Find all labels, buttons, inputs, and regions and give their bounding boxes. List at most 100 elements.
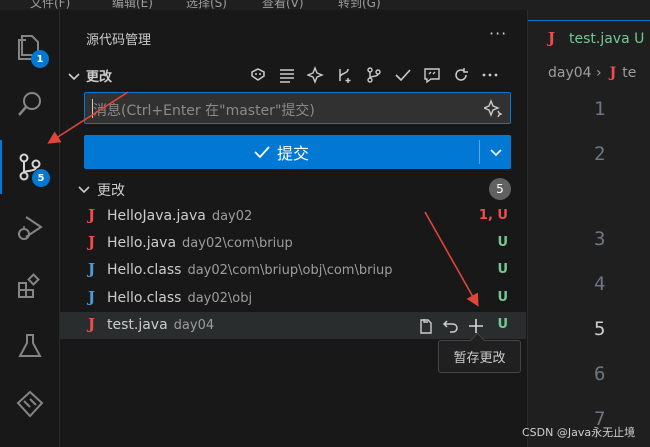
java-file-icon: J xyxy=(548,29,556,47)
file-status: U xyxy=(497,290,508,305)
generate-message-button[interactable] xyxy=(304,64,328,86)
section-label: 更改 xyxy=(86,70,113,85)
changes-label: 更改 xyxy=(97,183,125,199)
open-file-button[interactable] xyxy=(415,315,437,337)
file-name-text: Hello.java xyxy=(107,235,177,251)
view-as-list-button[interactable] xyxy=(275,64,299,86)
run-debug-button[interactable] xyxy=(0,204,60,252)
line-number: 2 xyxy=(594,143,606,165)
menu-bar: 文件(F) 编辑(E) 选择(S) 查看(V) 转到(G) xyxy=(0,0,650,10)
extensions-icon xyxy=(18,273,40,298)
editor-tab[interactable]: J test.java U xyxy=(528,20,650,56)
java-file-icon: J xyxy=(88,315,96,333)
menu-edit[interactable]: 编辑(E) xyxy=(112,0,153,10)
refresh-button[interactable] xyxy=(449,64,473,86)
sparkle-icon[interactable] xyxy=(484,99,502,117)
menu-file[interactable]: 文件(F) xyxy=(30,0,70,10)
changes-group-header[interactable]: 更改 5 xyxy=(60,178,526,200)
file-name: HelloJava.java day02 xyxy=(107,208,252,224)
file-name-text: Hello.class xyxy=(107,262,182,278)
commit-message-input[interactable]: 消息(Ctrl+Enter 在"master"提交) xyxy=(84,92,511,124)
menu-selection[interactable]: 选择(S) xyxy=(186,0,227,10)
file-path: day02\com\briup\obj\com\briup xyxy=(187,263,393,278)
stage-changes-tooltip: 暂存更改 xyxy=(438,340,521,373)
source-control-button[interactable]: 5 xyxy=(0,140,60,194)
explorer-badge: 1 xyxy=(31,50,49,68)
remote-button[interactable] xyxy=(0,380,60,428)
breadcrumb-separator: › xyxy=(591,65,602,81)
java-file-icon: J xyxy=(609,65,617,81)
changed-file-row[interactable]: J Hello.class day02\com\briup\obj\com\bri… xyxy=(60,257,526,284)
commit-check-button[interactable] xyxy=(391,64,415,86)
create-branch-button[interactable] xyxy=(333,64,357,86)
file-name-text: HelloJava.java xyxy=(107,208,206,224)
changed-file-row-selected[interactable]: J test.java day04 U xyxy=(60,312,526,339)
branch-sparkle-icon xyxy=(339,68,351,83)
file-path: day02 xyxy=(211,209,253,224)
source-control-badge: 5 xyxy=(32,169,50,187)
commit-button[interactable]: 提交 xyxy=(84,135,478,169)
line-number: 4 xyxy=(594,273,606,295)
menu-go[interactable]: 转到(G) xyxy=(338,0,381,10)
line-number-current: 5 xyxy=(594,318,606,340)
more-button[interactable] xyxy=(478,64,502,86)
run-debug-icon xyxy=(18,216,43,240)
breadcrumb-file[interactable]: te xyxy=(622,65,636,81)
branch-button[interactable] xyxy=(362,64,386,86)
discard-changes-button[interactable] xyxy=(440,315,462,337)
file-status: U xyxy=(497,262,508,277)
commit-message-placeholder: 消息(Ctrl+Enter 在"master"提交) xyxy=(93,103,315,119)
changed-file-row[interactable]: J Hello.class day02\obj U xyxy=(60,285,526,312)
file-path: day04 xyxy=(173,318,215,333)
panel-title: 源代码管理 xyxy=(86,33,152,48)
list-icon xyxy=(280,69,294,83)
file-status: 1, U xyxy=(478,208,508,223)
file-path: day02\obj xyxy=(187,291,253,306)
watermark: CSDN @Java永无止境 xyxy=(522,426,636,439)
file-path: day02\com\briup xyxy=(182,236,293,251)
activity-bar: 1 5 xyxy=(0,10,60,447)
text-cursor xyxy=(92,99,93,118)
file-status: U xyxy=(497,317,508,332)
open-file-icon xyxy=(420,319,432,334)
commit-dropdown-button[interactable] xyxy=(480,135,511,169)
java-file-icon: J xyxy=(88,233,96,251)
file-name: Hello.java day02\com\briup xyxy=(107,235,293,251)
extensions-button[interactable] xyxy=(0,262,60,310)
tab-title: test.java U xyxy=(569,31,645,47)
more-actions-icon[interactable]: ··· xyxy=(489,24,507,43)
ellipsis-icon xyxy=(482,73,498,77)
chevron-down-icon xyxy=(68,73,80,81)
chevron-down-icon xyxy=(78,186,90,194)
file-name-text: test.java xyxy=(107,317,168,333)
line-number: 1 xyxy=(594,98,606,120)
changed-file-row[interactable]: J HelloJava.java day02 1, U xyxy=(60,203,526,230)
breadcrumb-folder[interactable]: day04 xyxy=(548,65,592,81)
discard-icon xyxy=(442,320,458,333)
copilot-button[interactable] xyxy=(246,64,270,86)
flask-icon xyxy=(18,334,42,357)
explorer-button[interactable]: 1 xyxy=(0,23,60,71)
file-name: Hello.class day02\obj xyxy=(107,290,252,306)
file-name: Hello.class day02\com\briup\obj\com\briup xyxy=(107,262,393,278)
file-status: U xyxy=(497,235,508,250)
chevron-down-icon xyxy=(489,149,502,157)
testing-button[interactable] xyxy=(0,322,60,370)
refresh-icon xyxy=(455,68,468,81)
comment-button[interactable] xyxy=(420,64,444,86)
source-control-panel: 源代码管理 ··· 更改 消息(Ctrl+Enter 在"master"提交) … xyxy=(60,10,526,447)
search-icon xyxy=(18,92,41,116)
changes-count-badge: 5 xyxy=(489,178,511,200)
search-button[interactable] xyxy=(0,80,60,128)
line-number: 3 xyxy=(594,228,606,250)
changed-file-row[interactable]: J Hello.java day02\com\briup U xyxy=(60,230,526,257)
check-icon xyxy=(254,146,270,159)
commit-button-group: 提交 xyxy=(84,135,511,169)
file-name-text: Hello.class xyxy=(107,290,182,306)
menu-view[interactable]: 查看(V) xyxy=(262,0,304,10)
line-number: 6 xyxy=(594,363,606,385)
editor-area: J test.java U day04 › Jte 1 2 3 4 5 6 7 xyxy=(527,10,650,447)
file-name: test.java day04 xyxy=(107,317,214,333)
check-icon xyxy=(395,69,411,82)
copilot-icon xyxy=(251,68,265,81)
